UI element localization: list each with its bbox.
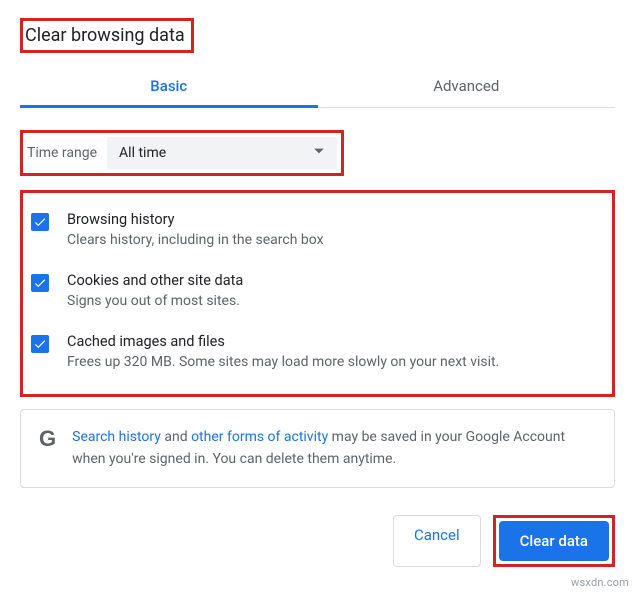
tab-bar: Basic Advanced bbox=[20, 67, 615, 108]
checkbox-browsing-history[interactable] bbox=[31, 213, 49, 231]
checkbox-cookies[interactable] bbox=[31, 274, 49, 292]
google-logo-icon: G bbox=[39, 426, 56, 450]
google-account-info: G Search history and other forms of acti… bbox=[20, 409, 615, 488]
checkbox-cache[interactable] bbox=[31, 335, 49, 353]
option-cookies: Cookies and other site data Signs you ou… bbox=[29, 262, 606, 323]
check-icon bbox=[33, 215, 47, 229]
clear-data-highlight: Clear data bbox=[493, 515, 615, 567]
time-range-value: All time bbox=[119, 145, 166, 161]
check-icon bbox=[33, 276, 47, 290]
time-range-row: Time range All time bbox=[20, 130, 344, 176]
option-desc: Signs you out of most sites. bbox=[67, 293, 243, 309]
info-message: Search history and other forms of activi… bbox=[72, 426, 596, 471]
tab-basic[interactable]: Basic bbox=[20, 67, 318, 107]
cancel-button[interactable]: Cancel bbox=[393, 515, 481, 567]
option-desc: Clears history, including in the search … bbox=[67, 232, 324, 248]
watermark: wsxdn.com bbox=[571, 576, 629, 589]
option-browsing-history: Browsing history Clears history, includi… bbox=[29, 201, 606, 262]
option-title: Cached images and files bbox=[67, 333, 499, 350]
time-range-select[interactable]: All time bbox=[107, 137, 337, 169]
link-other-activity[interactable]: other forms of activity bbox=[191, 429, 328, 445]
dialog-title: Clear browsing data bbox=[20, 18, 194, 53]
tab-advanced[interactable]: Advanced bbox=[318, 67, 616, 107]
clear-data-button[interactable]: Clear data bbox=[499, 521, 609, 561]
dialog-actions: Cancel Clear data bbox=[393, 515, 615, 567]
options-group: Browsing history Clears history, includi… bbox=[20, 190, 615, 397]
option-title: Browsing history bbox=[67, 211, 324, 228]
chevron-down-icon bbox=[313, 145, 325, 161]
option-desc: Frees up 320 MB. Some sites may load mor… bbox=[67, 354, 499, 370]
check-icon bbox=[33, 337, 47, 351]
link-search-history[interactable]: Search history bbox=[72, 429, 161, 445]
time-range-label: Time range bbox=[27, 145, 97, 161]
option-cache: Cached images and files Frees up 320 MB.… bbox=[29, 323, 606, 384]
clear-browsing-data-dialog: Clear browsing data Basic Advanced Time … bbox=[0, 0, 635, 488]
option-title: Cookies and other site data bbox=[67, 272, 243, 289]
